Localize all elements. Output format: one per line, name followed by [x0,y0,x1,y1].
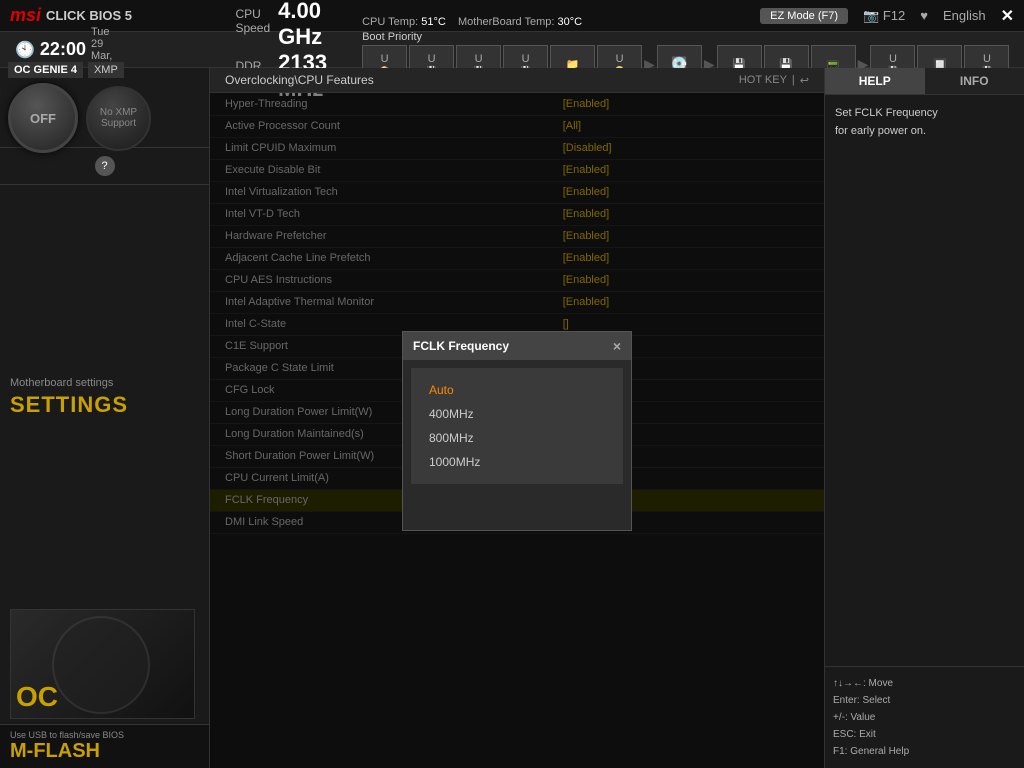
help-btn[interactable]: ? [95,156,115,176]
xmp-label: XMP [88,62,124,78]
fclk-modal: FCLK Frequency × Auto400MHz800MHz1000MHz [402,331,632,531]
center-area: Overclocking\CPU Features HOT KEY | ↩ Hy… [210,68,824,768]
mflash-big-label: M-FLASH [10,740,199,763]
mflash-small-label: Use USB to flash/save BIOS [10,730,199,740]
mflash-section[interactable]: Use USB to flash/save BIOS M-FLASH [0,724,209,768]
tab-info[interactable]: INFO [925,68,1024,94]
product-name: CLICK BIOS 5 [46,8,132,23]
modal-body: Auto400MHz800MHz1000MHz [411,368,623,484]
cpu-speed-label: CPU Speed [235,7,270,35]
help-section: ? [0,148,209,185]
oc-header: Overclocking\CPU Features HOT KEY | ↩ [210,68,824,93]
settings-small-label: Motherboard settings [10,377,199,389]
modal-option[interactable]: 800MHz [421,426,613,450]
right-help-content: Set FCLK Frequency for early power on. [825,95,1024,666]
modal-title: FCLK Frequency [413,339,509,353]
modal-option[interactable]: 400MHz [421,402,613,426]
nav-hint: Enter: Select [833,692,1016,709]
right-tabs: HELP INFO [825,68,1024,95]
oc-genie-label: OC GENIE 4 [8,62,83,78]
modal-options: Auto400MHz800MHz1000MHz [421,378,613,474]
nav-hint: +/-: Value [833,709,1016,726]
status-bar: 🕙 22:00 Tue 29 Mar, 2016 CPU Speed 4.00 … [0,32,1024,68]
modal-close-btn[interactable]: × [613,338,621,354]
modal-overlay[interactable]: FCLK Frequency × Auto400MHz800MHz1000MHz [210,93,824,768]
xmp-circle[interactable]: No XMP Support [86,86,151,151]
hotkey-label: HOT KEY [739,74,787,86]
settings-section[interactable]: Motherboard settings SETTINGS [0,185,209,609]
pipe-divider: | [792,74,795,86]
msi-logo: msi [10,5,41,26]
help-text: Set FCLK Frequency for early power on. [835,105,1014,140]
modal-option[interactable]: 1000MHz [421,450,613,474]
breadcrumb: Overclocking\CPU Features [225,73,374,87]
nav-hint: F1: General Help [833,743,1016,760]
cpu-speed-value: 4.00 GHz [278,0,327,50]
logo-area: msi CLICK BIOS 5 [10,5,132,26]
back-arrow-icon[interactable]: ↩ [800,74,809,87]
cpu-temp-label: CPU Temp: [362,16,418,28]
off-knob[interactable]: OFF [8,83,78,153]
nav-hint: ↑↓→←: Move [833,675,1016,692]
modal-option[interactable]: Auto [421,378,613,402]
settings-table-area: Hyper-Threading[Enabled]Active Processor… [210,93,824,768]
boot-priority-label: Boot Priority [362,31,422,43]
main-area: OC GENIE 4 XMP OFF No XMP Support ? Moth… [0,68,1024,768]
time-display: 22:00 [40,39,86,60]
sidebar: OC GENIE 4 XMP OFF No XMP Support ? Moth… [0,68,210,768]
oc-genie-section: OC GENIE 4 XMP OFF No XMP Support [0,68,209,148]
tab-help[interactable]: HELP [825,68,925,94]
cpu-temp-value: 51°C [421,16,446,28]
hotkey-area: HOT KEY | ↩ [739,74,809,87]
nav-hint: ESC: Exit [833,726,1016,743]
oc-image[interactable]: OC [10,609,195,719]
mb-temp-value: 30°C [557,16,582,28]
right-panel: HELP INFO Set FCLK Frequency for early p… [824,68,1024,768]
right-nav-hints: ↑↓→←: MoveEnter: Select+/-: ValueESC: Ex… [825,666,1024,768]
mb-temp-label: MotherBoard Temp: [458,16,554,28]
clock-icon: 🕙 [15,40,35,60]
settings-big-label: SETTINGS [10,392,199,418]
modal-header: FCLK Frequency × [403,332,631,360]
